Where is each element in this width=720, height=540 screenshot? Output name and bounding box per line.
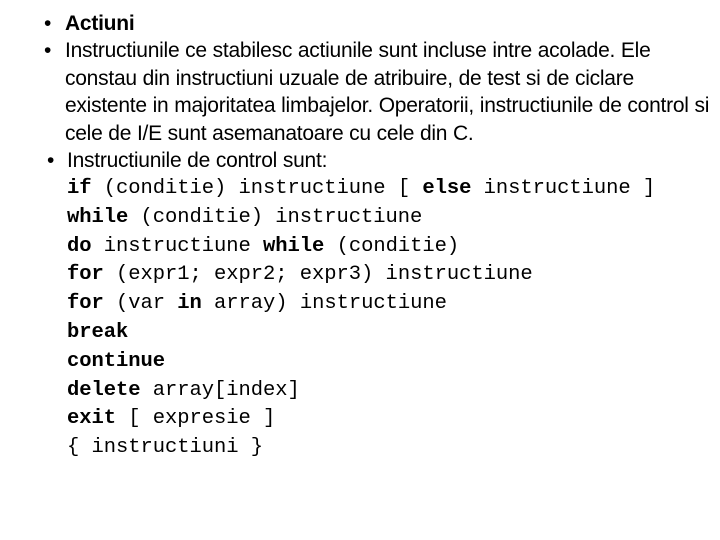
code-keyword: while (263, 234, 325, 258)
code-line: break (67, 319, 707, 348)
code-text: (var (103, 292, 178, 316)
bullet-item-instructiuni-control: • Instructiunile de control sunt: (0, 147, 720, 174)
code-line: exit [ expresie ] (67, 405, 707, 434)
code-keyword: while (67, 205, 129, 229)
code-line: delete array[index] (67, 377, 707, 406)
code-keyword: delete (67, 378, 141, 402)
code-text: (conditie) (324, 234, 460, 258)
bullet-point-icon: • (44, 12, 52, 35)
code-text: (conditie) instructiune (128, 205, 423, 229)
bullet-list: • Actiuni • Instructiunile ce stabilesc … (0, 0, 720, 172)
bullet-item-instructiuni-acolade: • Instructiunile ce stabilesc actiunile … (0, 37, 720, 147)
code-keyword: exit (67, 407, 117, 431)
code-text: (expr1; expr2; expr3) instructiune (103, 263, 533, 287)
code-text: [ expresie ] (116, 407, 276, 431)
code-keyword: else (422, 177, 472, 200)
code-keyword: for (67, 263, 104, 287)
code-text: instructiune ] (471, 177, 656, 200)
code-keyword: break (67, 320, 129, 344)
bullet-point-icon: • (47, 149, 55, 173)
bullet-point-icon: • (44, 39, 52, 63)
code-line: continue (67, 348, 707, 377)
code-line: do instructiune while (conditie) (67, 233, 707, 262)
code-keyword: for (67, 292, 104, 316)
slide-canvas: • Actiuni • Instructiunile ce stabilesc … (0, 0, 720, 540)
code-line: { instructiuni } (67, 434, 707, 463)
code-text: instructiune (91, 234, 264, 258)
bullet-text: Actiuni (65, 12, 135, 35)
code-syntax-block: if (conditie) instructiune [ else instru… (67, 175, 707, 463)
code-text: array) instructiune (201, 292, 447, 316)
code-line: if (conditie) instructiune [ else instru… (67, 175, 707, 204)
code-text: (conditie) instructiune [ (91, 177, 423, 200)
code-keyword: do (67, 234, 92, 258)
bullet-text: Instructiunile de control sunt: (67, 149, 328, 173)
code-keyword: if (67, 177, 92, 200)
code-line: while (conditie) instructiune (67, 204, 707, 233)
code-line: for (var in array) instructiune (67, 290, 707, 319)
bullet-text: Instructiunile ce stabilesc actiunile su… (65, 39, 710, 145)
code-text: array[index] (140, 378, 300, 402)
bullet-item-actiuni: • Actiuni (0, 10, 720, 37)
code-text: { instructiuni } (67, 436, 264, 460)
code-keyword: in (177, 292, 202, 316)
code-line: for (expr1; expr2; expr3) instructiune (67, 261, 707, 290)
code-keyword: continue (67, 349, 166, 373)
